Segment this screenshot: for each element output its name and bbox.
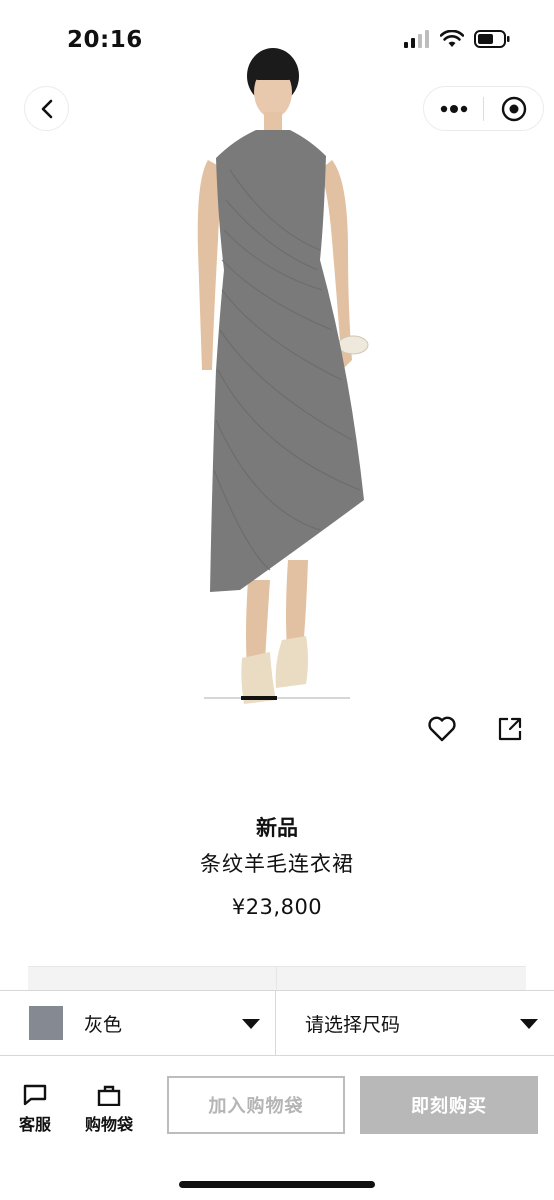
product-name: 条纹羊毛连衣裙 <box>200 852 354 876</box>
shopping-bag-label: 购物袋 <box>84 1115 133 1134</box>
shopping-bag-button[interactable]: 购物袋 <box>79 1084 139 1135</box>
home-indicator <box>179 1181 375 1188</box>
mini-program-capsule <box>423 86 544 131</box>
more-button[interactable] <box>424 87 483 130</box>
size-placeholder: 请选择尺码 <box>305 1013 401 1036</box>
color-caret-down-icon <box>242 1019 260 1029</box>
new-badge: 新品 <box>256 816 298 840</box>
bag-icon <box>97 1085 121 1106</box>
gallery-indicator-track <box>204 697 350 699</box>
selector-bar: 灰色 请选择尺码 <box>0 990 554 1056</box>
target-close-icon <box>501 96 526 121</box>
heart-icon <box>428 716 456 742</box>
buy-now-button[interactable]: 即刻购买 <box>360 1076 538 1134</box>
color-select[interactable]: 灰色 <box>0 991 276 1055</box>
signal-icon <box>404 30 429 48</box>
status-icons <box>404 30 510 48</box>
gallery-indicator-active <box>241 696 277 700</box>
wifi-icon <box>440 30 464 47</box>
status-time: 20:16 <box>67 27 143 53</box>
close-button[interactable] <box>484 87 543 130</box>
options-divider <box>276 966 277 990</box>
customer-service-button[interactable]: 客服 <box>5 1084 65 1135</box>
chevron-left-icon <box>41 99 52 118</box>
favorite-button[interactable] <box>425 713 459 745</box>
back-button[interactable] <box>24 86 69 131</box>
color-swatch <box>29 1006 63 1040</box>
size-select[interactable]: 请选择尺码 <box>276 991 554 1055</box>
color-label: 灰色 <box>84 1013 123 1036</box>
add-to-bag-button[interactable]: 加入购物袋 <box>167 1076 345 1134</box>
more-dots-icon <box>440 104 467 113</box>
chat-icon <box>23 1084 47 1106</box>
size-caret-down-icon <box>520 1019 538 1029</box>
customer-service-label: 客服 <box>18 1115 51 1134</box>
options-background <box>28 966 526 990</box>
product-price: ¥23,800 <box>231 895 323 919</box>
share-icon <box>498 717 522 741</box>
battery-icon <box>474 30 510 48</box>
bottom-bar: 客服 购物袋 加入购物袋 即刻购买 <box>0 1056 554 1200</box>
share-button[interactable] <box>495 713 525 745</box>
product-image[interactable] <box>160 40 400 720</box>
